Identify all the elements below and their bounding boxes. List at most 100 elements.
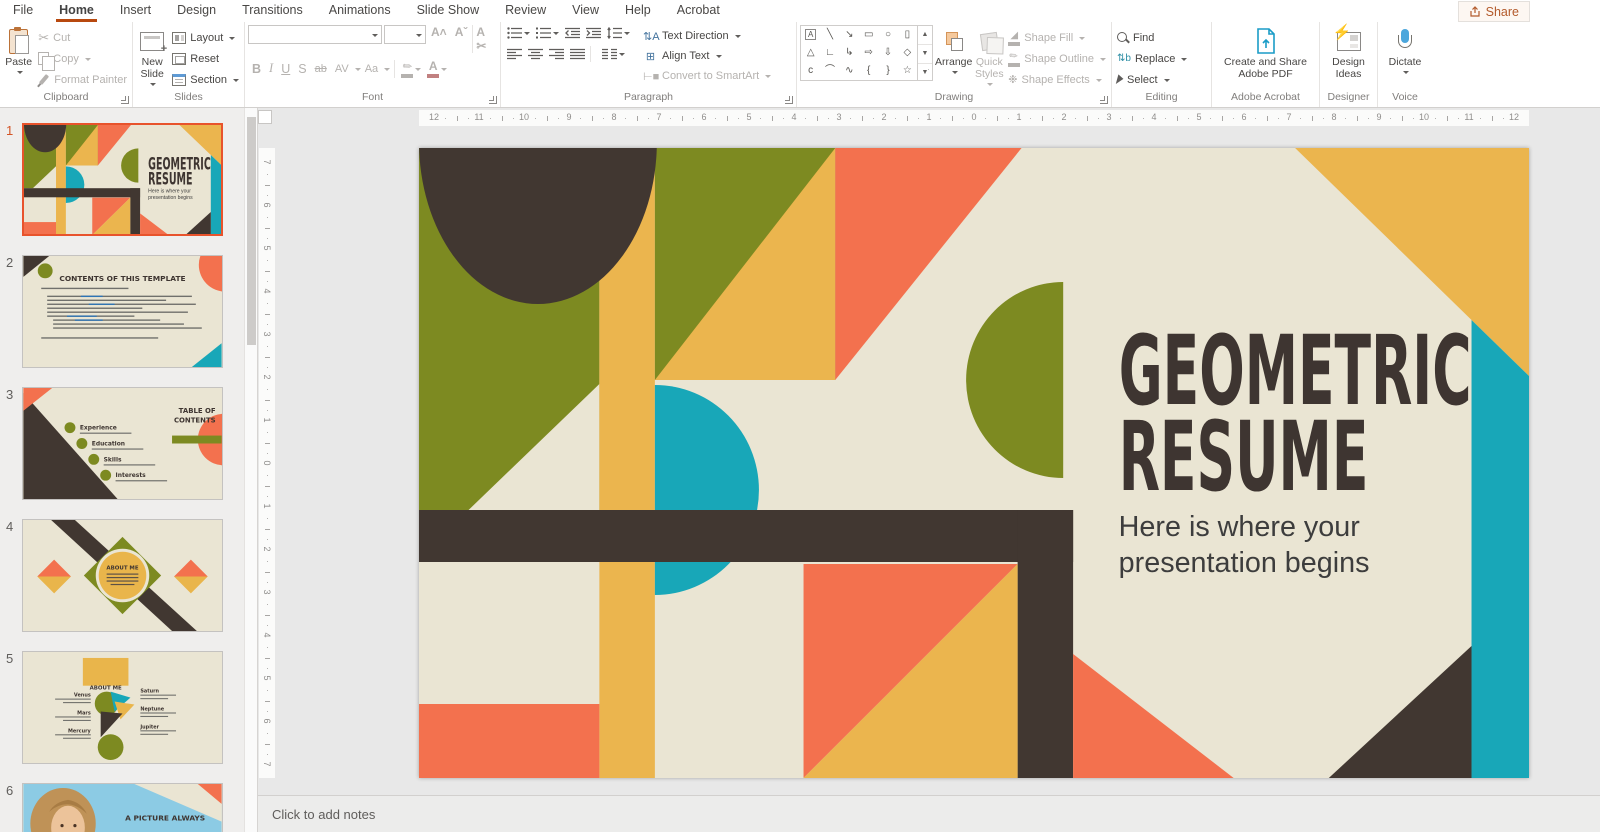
thumb5-left-1: Venus (74, 693, 91, 699)
format-painter-button[interactable]: Format Painter (36, 69, 129, 90)
parallelogram-icon: ◇ (898, 44, 917, 62)
design-ideas-button[interactable]: ⚡ Design Ideas (1326, 25, 1372, 81)
text-shadow-button[interactable]: S (294, 61, 310, 77)
tab-view[interactable]: View (559, 0, 612, 22)
tab-review[interactable]: Review (492, 0, 559, 22)
slide-editing-surface[interactable] (419, 148, 1529, 778)
slide-number-2: 2 (6, 255, 13, 270)
copy-button[interactable]: Copy (36, 48, 129, 69)
group-drawing: A╲↘▭○▯ △∟↳⇨⇩◇ ϲ⌒∿{}☆ ▲ ▼ ▼̇ Arrange (797, 22, 1112, 107)
share-icon (1469, 6, 1481, 18)
scribble-icon: ϲ (801, 62, 820, 80)
slide-thumbnail-3[interactable]: TABLE OF CONTENTS Experience Education S… (22, 387, 223, 500)
align-center-button[interactable] (525, 46, 546, 62)
decrease-indent-button[interactable] (562, 25, 583, 41)
notes-pane[interactable]: Click to add notes (258, 795, 1600, 832)
strikethrough-button[interactable]: ab (311, 62, 331, 76)
tab-animations[interactable]: Animations (316, 0, 404, 22)
bold-button[interactable]: B (248, 61, 265, 77)
line-spacing-button[interactable] (604, 25, 633, 41)
left-brace-icon: { (859, 62, 878, 80)
create-share-pdf-button[interactable]: Create and Share Adobe PDF (1218, 25, 1314, 81)
dictate-button[interactable]: Dictate (1382, 25, 1428, 75)
tab-slide-show[interactable]: Slide Show (404, 0, 493, 22)
tab-home[interactable]: Home (46, 0, 107, 22)
slide-thumbnail-4[interactable]: ABOUT ME (22, 519, 223, 632)
slide-thumbnail-2[interactable]: CONTENTS OF THIS TEMPLATE (22, 255, 223, 368)
paste-button[interactable]: Paste (3, 25, 34, 75)
slide-thumbnail-6[interactable]: A PICTURE ALWAYS (22, 783, 223, 832)
paragraph-dialog-launcher[interactable] (785, 96, 793, 104)
new-slide-button[interactable]: New Slide (136, 25, 168, 87)
font-dialog-launcher[interactable] (489, 96, 497, 104)
highlight-color-button[interactable]: ✎ (401, 60, 413, 78)
increase-font-size-button[interactable]: A˄ (428, 25, 450, 53)
thumbnail-scrollbar[interactable] (244, 108, 257, 832)
thumb5-right-1: Saturn (140, 689, 159, 695)
shapes-gallery-grid[interactable]: A╲↘▭○▯ △∟↳⇨⇩◇ ϲ⌒∿{}☆ (800, 25, 918, 81)
oval-icon: ○ (878, 26, 897, 44)
shape-outline-button[interactable]: ✎Shape Outline (1006, 48, 1108, 69)
thumb2-title: CONTENTS OF THIS TEMPLATE (59, 274, 185, 283)
paste-icon (9, 29, 28, 54)
quick-styles-button[interactable]: Quick Styles (974, 25, 1004, 87)
change-case-button[interactable]: Aa (361, 62, 382, 76)
underline-button[interactable]: U (277, 61, 294, 77)
font-color-button[interactable]: A (427, 59, 439, 78)
shapes-gallery[interactable]: A╲↘▭○▯ △∟↳⇨⇩◇ ϲ⌒∿{}☆ ▲ ▼ ▼̇ (800, 25, 933, 81)
clipboard-dialog-launcher[interactable] (121, 96, 129, 104)
font-name-combobox[interactable] (248, 25, 382, 44)
italic-button[interactable]: I (265, 60, 277, 77)
select-button[interactable]: Select (1115, 69, 1189, 90)
slide-thumbnail-5[interactable]: ABOUT ME Venus Mars Mercury Saturn Neptu… (22, 651, 223, 764)
bullets-button[interactable] (504, 25, 533, 41)
find-button[interactable]: Find (1115, 27, 1189, 48)
thumb3-title-line1: TABLE OF (179, 407, 216, 415)
replace-button[interactable]: ⇅bReplace (1115, 48, 1189, 69)
text-direction-button[interactable]: ⇅AText Direction (643, 26, 771, 46)
paste-dropdown[interactable] (17, 71, 23, 77)
convert-to-smartart-button[interactable]: ⊢■Convert to SmartArt (643, 66, 771, 86)
share-button[interactable]: Share (1458, 1, 1530, 22)
tab-help[interactable]: Help (612, 0, 664, 22)
reset-icon (172, 53, 186, 65)
powerpoint-window: File Home Insert Design Transitions Anim… (0, 0, 1600, 832)
font-size-combobox[interactable] (384, 25, 426, 44)
gallery-scroll-up[interactable]: ▲ (918, 26, 932, 45)
tab-file[interactable]: File (0, 0, 46, 22)
gallery-scroll-down[interactable]: ▼ (918, 45, 932, 64)
numbering-button[interactable] (533, 25, 562, 41)
thumbnail-scrollbar-thumb[interactable] (247, 117, 256, 345)
down-arrow-icon: ⇩ (878, 44, 897, 62)
elbow-icon: ∟ (820, 44, 839, 62)
cut-button[interactable]: ✂Cut (36, 27, 129, 48)
find-icon (1117, 32, 1129, 44)
tab-design[interactable]: Design (164, 0, 229, 22)
shape-effects-button[interactable]: ❉Shape Effects (1006, 69, 1108, 90)
section-button[interactable]: Section (170, 69, 241, 90)
drawing-dialog-launcher[interactable] (1100, 96, 1108, 104)
shape-fill-button[interactable]: ◢Shape Fill (1006, 27, 1108, 48)
reset-button[interactable]: Reset (170, 48, 241, 69)
columns-button[interactable] (599, 46, 628, 62)
vertical-ruler: 765432101234567 (259, 148, 275, 778)
tab-transitions[interactable]: Transitions (229, 0, 316, 22)
increase-indent-button[interactable] (583, 25, 604, 41)
clear-formatting-button[interactable]: A✂ (472, 25, 497, 53)
align-text-button[interactable]: ⊞Align Text (643, 46, 771, 66)
line-icon: ╲ (820, 26, 839, 44)
slide-thumbnail-1[interactable] (22, 123, 223, 236)
tab-insert[interactable]: Insert (107, 0, 164, 22)
align-left-button[interactable] (504, 46, 525, 62)
decrease-font-size-button[interactable]: Aˇ (452, 25, 471, 53)
slide-number-5: 5 (6, 651, 13, 666)
arc-icon: ⌒ (820, 62, 839, 80)
arrange-button[interactable]: Arrange (935, 25, 972, 75)
justify-button[interactable] (567, 46, 588, 62)
group-paragraph: ⇅AText Direction ⊞Align Text ⊢■Convert t… (501, 22, 797, 107)
tab-acrobat[interactable]: Acrobat (664, 0, 733, 22)
character-spacing-button[interactable]: AV (331, 62, 353, 76)
layout-button[interactable]: Layout (170, 27, 241, 48)
align-right-button[interactable] (546, 46, 567, 62)
gallery-more-button[interactable]: ▼̇ (918, 64, 932, 82)
